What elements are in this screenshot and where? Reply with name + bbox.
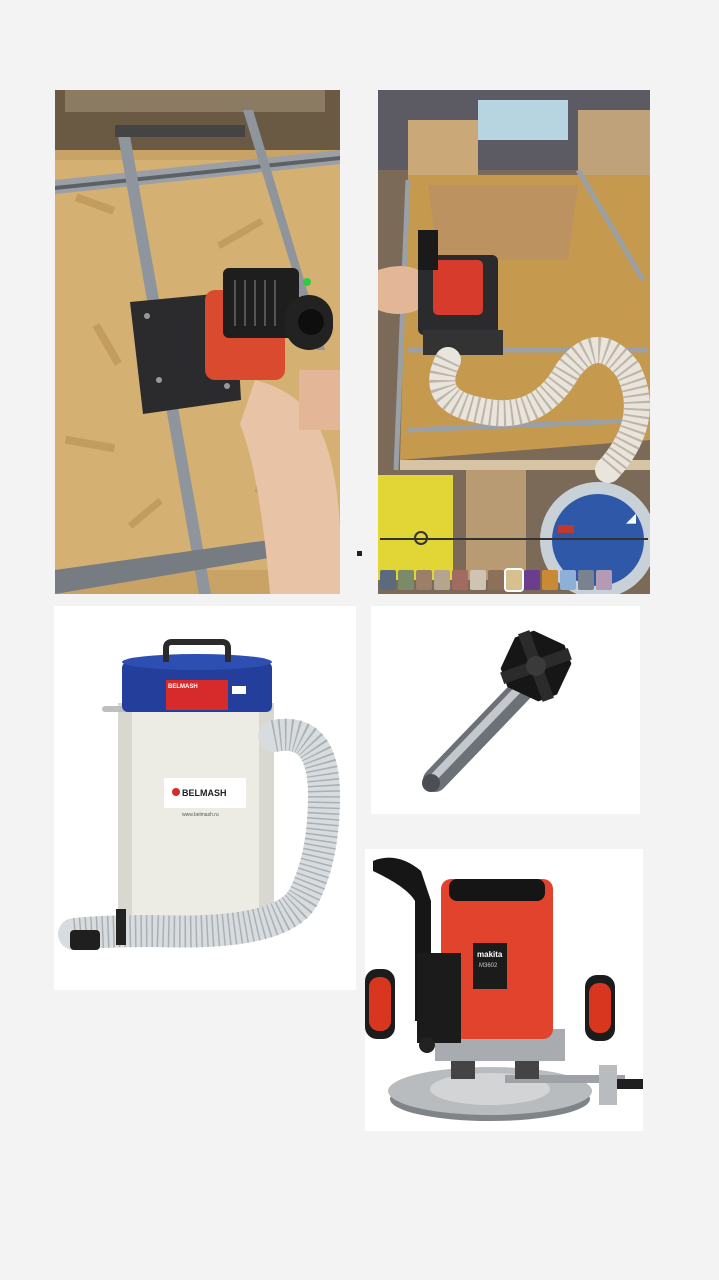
product-router-bit: [371, 606, 640, 814]
belmash-body-logo: BELMASH: [182, 788, 227, 798]
belmash-website: www.belmash.ru: [182, 812, 219, 818]
video-thumbnail[interactable]: [578, 570, 594, 590]
belmash-lid-logo: BELMASH: [168, 684, 198, 690]
video-thumbnail[interactable]: [452, 570, 468, 590]
makita-model: M3602: [479, 963, 498, 969]
video-thumbnail[interactable]: [434, 570, 450, 590]
video-thumbnail[interactable]: [542, 570, 558, 590]
video-thumbnail[interactable]: [596, 570, 612, 590]
video-thumbnail[interactable]: [488, 570, 504, 590]
video-thumbnail[interactable]: [398, 570, 414, 590]
video-thumbnail-strip[interactable]: [378, 568, 612, 592]
photo-router-jig: [55, 90, 340, 594]
product-dust-collector: BELMASH BELMASH www.belmash.ru: [54, 606, 356, 990]
product-makita-router: makita M3602: [365, 849, 643, 1131]
makita-logo: makita: [477, 950, 503, 959]
video-thumbnail[interactable]: [560, 570, 576, 590]
speaker-muted-icon[interactable]: ◢: [626, 510, 636, 526]
video-progress-knob[interactable]: [414, 531, 428, 545]
video-thumbnail[interactable]: [504, 568, 524, 592]
video-thumbnail[interactable]: [524, 570, 540, 590]
video-frame-router-table[interactable]: ◢: [378, 90, 650, 594]
video-thumbnail[interactable]: [416, 570, 432, 590]
video-thumbnail[interactable]: [380, 570, 396, 590]
pagination-dot: [357, 551, 362, 556]
video-thumbnail[interactable]: [470, 570, 486, 590]
